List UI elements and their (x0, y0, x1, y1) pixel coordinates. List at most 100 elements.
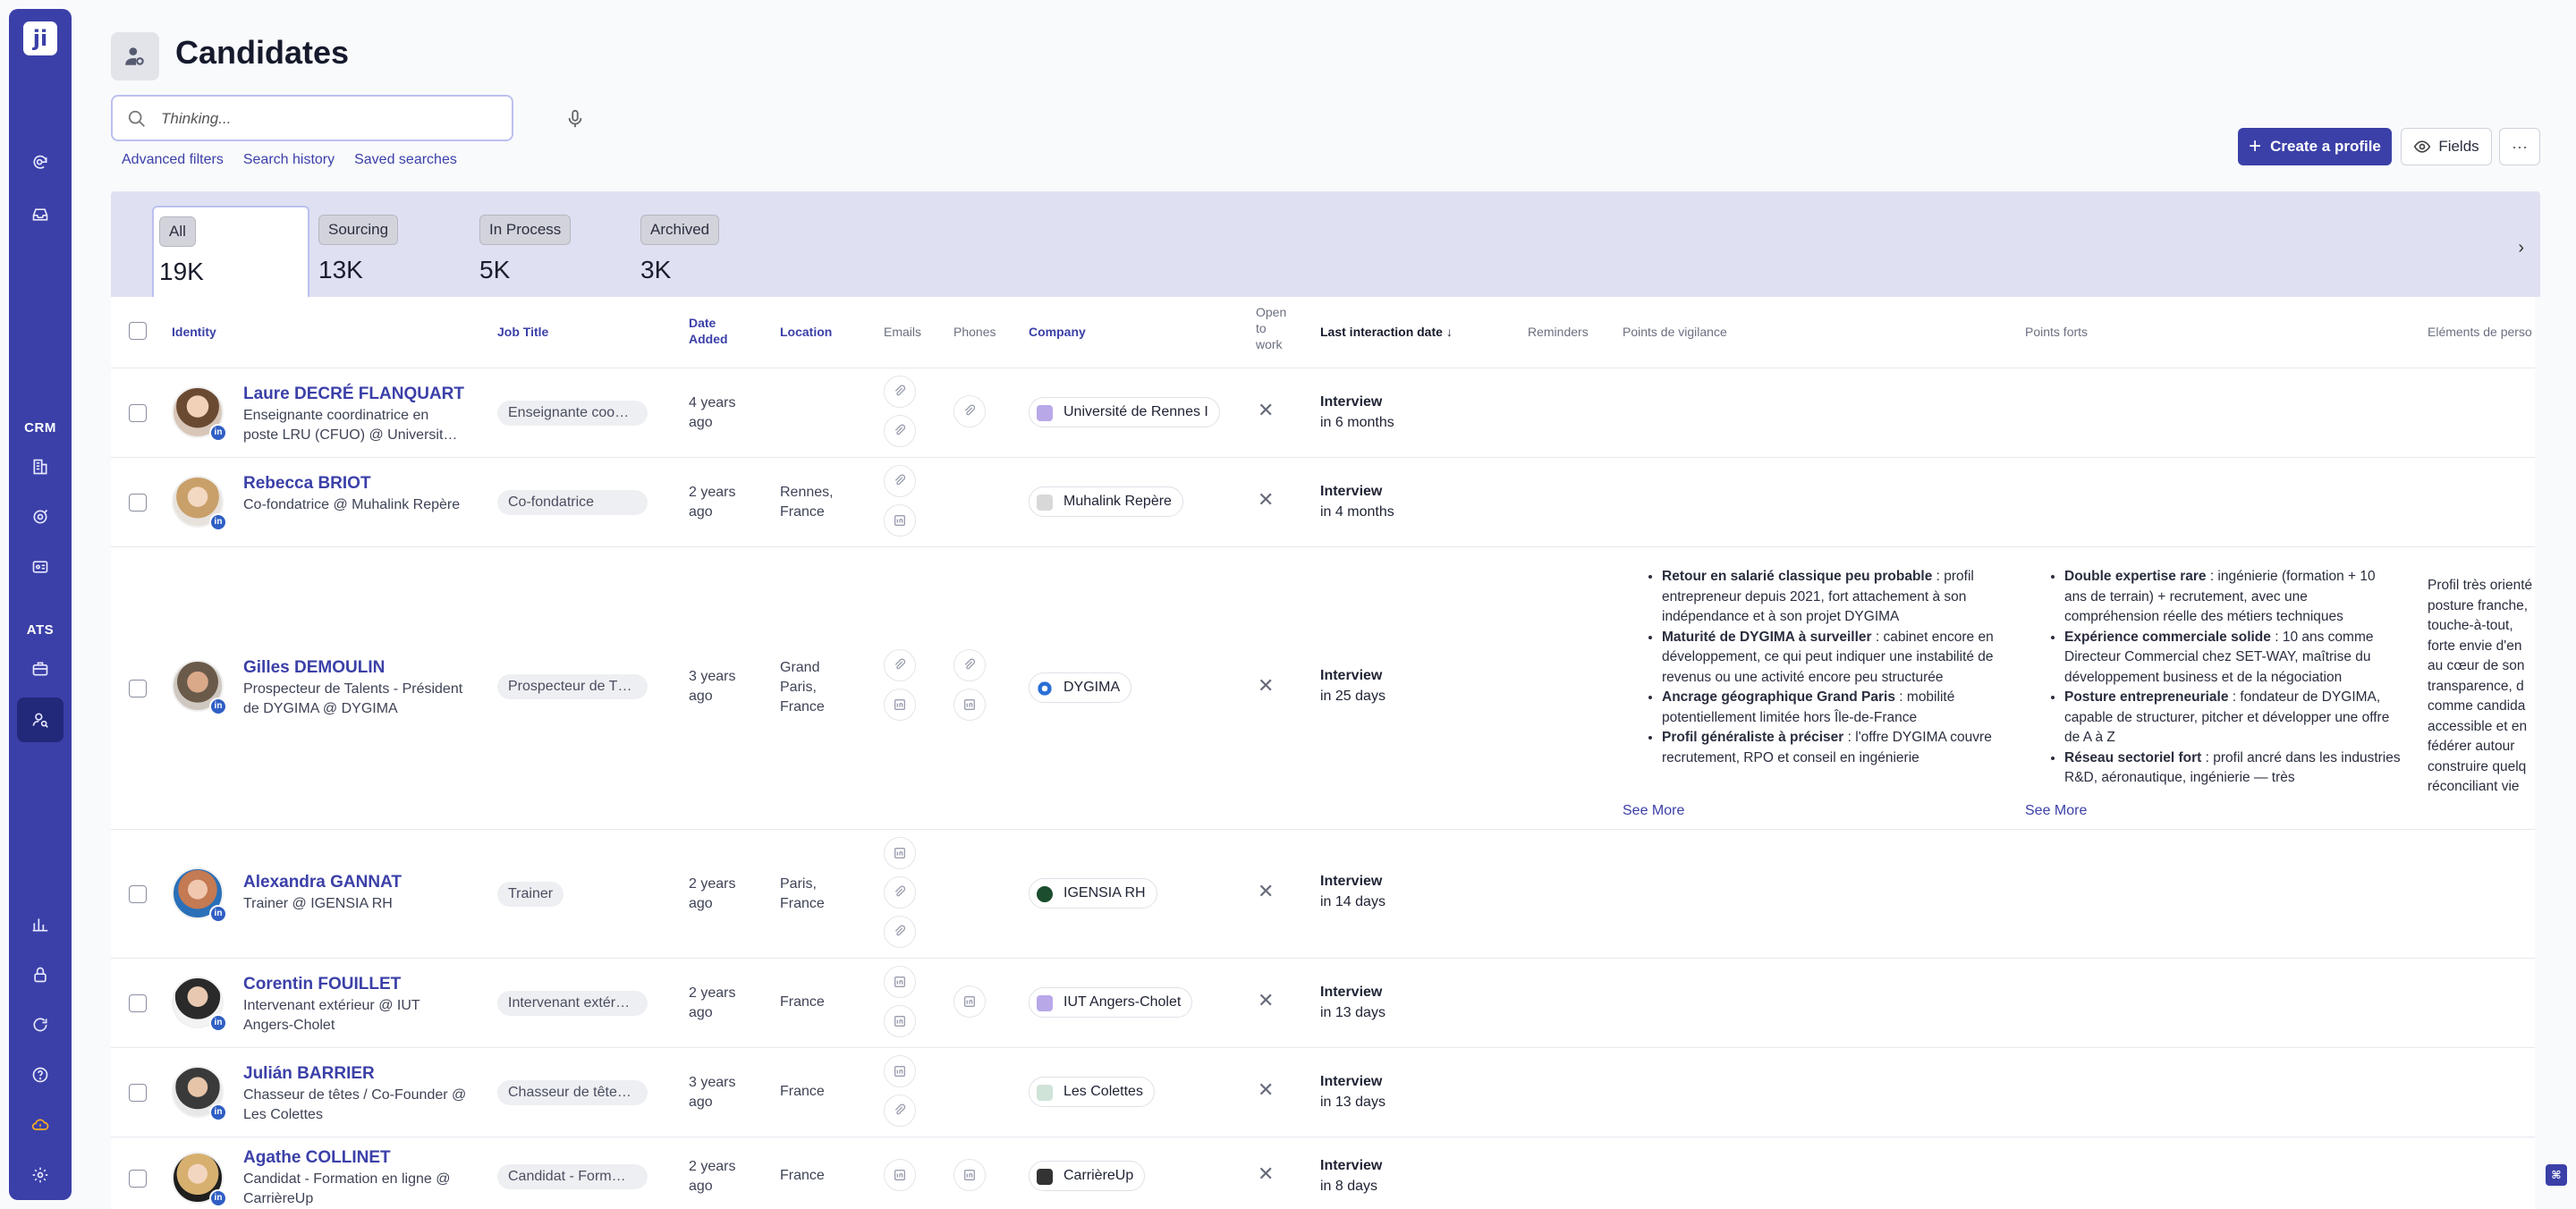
sidebar-sync-button[interactable] (24, 1009, 56, 1041)
linkedin-email-button[interactable] (884, 689, 916, 721)
column-elements-personnalite[interactable]: Eléments de perso (2428, 324, 2532, 340)
column-open-to-work[interactable]: Open to work (1256, 304, 1292, 352)
company-chip[interactable]: IUT Angers-Cholet (1029, 987, 1193, 1018)
chevron-right-icon[interactable]: › (2518, 238, 2524, 258)
sidebar-jobs-button[interactable] (24, 653, 56, 685)
job-title-chip[interactable]: Chasseur de tête… (497, 1080, 648, 1105)
column-company[interactable]: Company (1029, 324, 1086, 340)
row-checkbox[interactable] (129, 994, 147, 1012)
email-button[interactable] (884, 1095, 916, 1127)
table-row[interactable]: in Corentin FOUILLET Intervenant extérie… (111, 959, 2535, 1048)
column-points-vigilance[interactable]: Points de vigilance (1623, 324, 1727, 340)
see-more-forts-link[interactable]: See More (2025, 803, 2087, 819)
sidebar-candidates-button[interactable] (17, 698, 64, 742)
table-row[interactable]: in Laure DECRÉ FLANQUART Enseignante coo… (111, 368, 2535, 458)
linkedin-badge-icon[interactable]: in (209, 424, 227, 442)
app-logo[interactable]: ji (23, 21, 57, 55)
linkedin-badge-icon[interactable]: in (209, 513, 227, 531)
candidate-name[interactable]: Laure DECRÉ FLANQUART (243, 385, 464, 404)
linkedin-email-button[interactable] (884, 837, 916, 869)
candidate-name[interactable]: Agathe COLLINET (243, 1148, 391, 1168)
linkedin-badge-icon[interactable]: in (209, 698, 227, 715)
search-input[interactable] (161, 106, 447, 131)
advanced-filters-link[interactable]: Advanced filters (122, 152, 224, 168)
table-row[interactable]: in Alexandra GANNAT Trainer @ IGENSIA RH… (111, 830, 2535, 959)
company-chip[interactable]: Université de Rennes I (1029, 397, 1220, 427)
candidate-name[interactable]: Rebecca BRIOT (243, 474, 371, 494)
email-button[interactable] (884, 649, 916, 681)
sidebar-search-refresh-button[interactable] (24, 147, 56, 179)
table-row[interactable]: in Gilles DEMOULIN Prospecteur de Talent… (111, 547, 2535, 830)
company-chip[interactable]: Muhalink Repère (1029, 486, 1183, 517)
see-more-vigilance-link[interactable]: See More (1623, 803, 1684, 819)
linkedin-badge-icon[interactable]: in (209, 1103, 227, 1121)
table-row[interactable]: in Julián BARRIER Chasseur de têtes / Co… (111, 1048, 2535, 1137)
sidebar-companies-button[interactable] (24, 451, 56, 483)
sidebar-settings-button[interactable] (24, 1159, 56, 1191)
candidate-name[interactable]: Corentin FOUILLET (243, 975, 401, 994)
company-chip[interactable]: DYGIMA (1029, 672, 1132, 703)
row-checkbox[interactable] (129, 404, 147, 422)
job-title-chip[interactable]: Intervenant extér… (497, 991, 648, 1016)
sidebar-analytics-button[interactable] (24, 909, 56, 941)
phone-button[interactable] (953, 395, 986, 427)
more-options-button[interactable]: ··· (2499, 128, 2540, 165)
column-phones[interactable]: Phones (953, 324, 996, 340)
create-profile-button[interactable]: + Create a profile (2238, 128, 2392, 165)
microphone-icon[interactable] (565, 108, 585, 130)
company-chip[interactable]: CarrièreUp (1029, 1161, 1146, 1191)
job-title-chip[interactable]: Trainer (497, 882, 564, 907)
column-identity[interactable]: Identity (172, 324, 216, 340)
linkedin-email-button[interactable] (884, 504, 916, 537)
email-button[interactable] (884, 916, 916, 948)
column-last-interaction[interactable]: Last interaction date ↓ (1320, 324, 1453, 340)
table-row[interactable]: in Agathe COLLINET Candidat - Formation … (111, 1137, 2535, 1209)
sidebar-deals-button[interactable] (24, 501, 56, 533)
linkedin-badge-icon[interactable]: in (209, 1014, 227, 1032)
row-checkbox[interactable] (129, 1084, 147, 1102)
sidebar-inbox-button[interactable] (24, 199, 56, 231)
linkedin-email-button[interactable] (884, 1159, 916, 1191)
chat-widget-icon[interactable]: ⌘ (2546, 1164, 2567, 1186)
linkedin-email-button[interactable] (884, 1055, 916, 1087)
tab-sourcing[interactable]: Sourcing 13K (313, 206, 470, 297)
row-checkbox[interactable] (129, 1170, 147, 1188)
row-checkbox[interactable] (129, 680, 147, 698)
column-job-title[interactable]: Job Title (497, 324, 548, 340)
sidebar-contacts-button[interactable] (24, 551, 56, 583)
tab-archived[interactable]: Archived 3K (635, 206, 792, 297)
candidate-name[interactable]: Gilles DEMOULIN (243, 658, 385, 678)
sidebar-alerts-button[interactable] (24, 1109, 56, 1141)
company-chip[interactable]: IGENSIA RH (1029, 878, 1157, 909)
sidebar-locked-button[interactable] (24, 959, 56, 991)
job-title-chip[interactable]: Prospecteur de T… (497, 674, 648, 699)
search-history-link[interactable]: Search history (243, 152, 335, 168)
column-points-forts[interactable]: Points forts (2025, 324, 2088, 340)
row-checkbox[interactable] (129, 494, 147, 512)
job-title-chip[interactable]: Enseignante coo… (497, 401, 648, 426)
candidate-name[interactable]: Julián BARRIER (243, 1064, 375, 1084)
email-button[interactable] (884, 376, 916, 408)
company-chip[interactable]: Les Colettes (1029, 1077, 1155, 1107)
email-button[interactable] (884, 415, 916, 447)
linkedin-email-button[interactable] (884, 1005, 916, 1037)
column-date-added[interactable]: Date Added (689, 315, 732, 347)
linkedin-phone-button[interactable] (953, 1159, 986, 1191)
phone-button[interactable] (953, 649, 986, 681)
linkedin-phone-button[interactable] (953, 689, 986, 721)
candidate-name[interactable]: Alexandra GANNAT (243, 873, 402, 892)
column-emails[interactable]: Emails (884, 324, 921, 340)
search-box[interactable] (111, 95, 582, 141)
email-button[interactable] (884, 465, 916, 497)
sidebar-help-button[interactable] (24, 1059, 56, 1091)
linkedin-email-button[interactable] (884, 966, 916, 998)
fields-button[interactable]: Fields (2401, 128, 2492, 165)
tab-in-process[interactable]: In Process 5K (474, 206, 631, 297)
email-button[interactable] (884, 876, 916, 909)
row-checkbox[interactable] (129, 885, 147, 903)
linkedin-phone-button[interactable] (953, 985, 986, 1018)
job-title-chip[interactable]: Co-fondatrice (497, 490, 648, 515)
tab-all[interactable]: All 19K (152, 206, 309, 297)
column-location[interactable]: Location (780, 324, 832, 340)
column-reminders[interactable]: Reminders (1528, 324, 1589, 340)
